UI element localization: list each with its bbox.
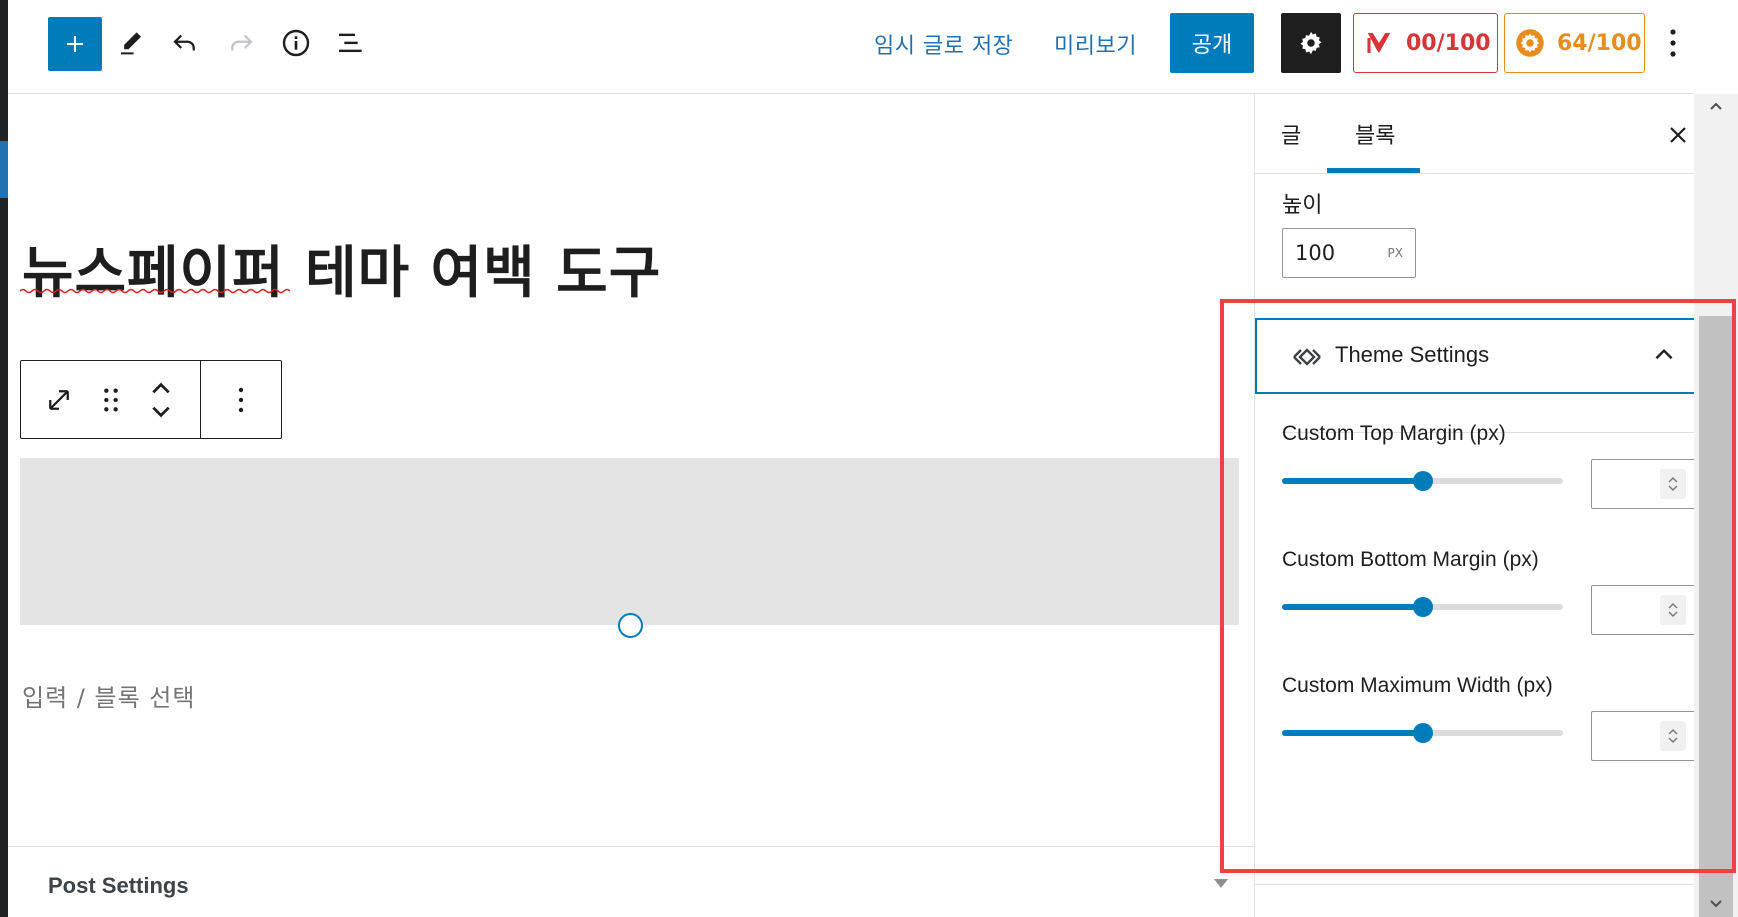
list-view-button[interactable] <box>330 22 372 64</box>
block-options-icon <box>238 387 244 413</box>
chevron-down-icon <box>1668 737 1678 743</box>
admin-menu-toggle[interactable] <box>0 141 8 198</box>
resize-button[interactable] <box>39 379 79 421</box>
chevron-down-icon <box>1668 485 1678 491</box>
block-options-button[interactable] <box>221 379 261 421</box>
chevron-up-icon <box>1668 729 1678 735</box>
custom-bottom-margin-input[interactable] <box>1591 585 1695 635</box>
admin-edge <box>0 0 8 917</box>
move-up-down-icon <box>152 382 170 418</box>
scroll-up-button[interactable] <box>1702 96 1730 116</box>
chevron-up-icon <box>1655 348 1673 360</box>
sidebar-scrollbar[interactable] <box>1694 94 1738 917</box>
post-settings-label: Post Settings <box>48 873 189 898</box>
slider-thumb[interactable] <box>1413 471 1433 491</box>
theme-settings-panel-toggle[interactable]: Theme Settings <box>1255 318 1695 394</box>
settings-sidebar: 글 블록 높이 100 PX Theme Settings Custom Top… <box>1254 94 1695 917</box>
height-label: 높이 <box>1282 193 1323 218</box>
theme-settings-icon <box>1293 348 1321 366</box>
yoast-logo-icon <box>1364 28 1394 58</box>
chevron-up-icon <box>1668 477 1678 483</box>
options-button[interactable] <box>1658 22 1688 64</box>
rank-math-logo-icon <box>1515 28 1545 58</box>
height-value: 100 <box>1295 241 1336 265</box>
block-toolbar <box>20 360 282 439</box>
gear-icon <box>1300 31 1322 55</box>
drag-handle-icon <box>104 388 118 412</box>
save-draft-button[interactable]: 임시 글로 저장 <box>874 28 1013 60</box>
custom-bottom-margin-label: Custom Bottom Margin (px) <box>1282 548 1539 571</box>
chevron-down-icon <box>1668 611 1678 617</box>
redo-icon <box>231 34 253 51</box>
custom-top-margin-slider[interactable] <box>1282 471 1563 491</box>
chevron-up-icon <box>1710 102 1722 110</box>
spacer-resize-handle[interactable] <box>618 613 643 638</box>
number-spinner[interactable] <box>1660 595 1686 625</box>
number-spinner[interactable] <box>1660 469 1686 499</box>
tools-button[interactable] <box>110 22 152 64</box>
slider-thumb[interactable] <box>1413 597 1433 617</box>
settings-button[interactable] <box>1281 13 1341 73</box>
vertical-ellipsis-icon <box>1670 29 1676 57</box>
custom-maximum-width-slider[interactable] <box>1282 723 1563 743</box>
custom-maximum-width-label: Custom Maximum Width (px) <box>1282 674 1553 697</box>
panel-divider <box>1255 884 1695 885</box>
slider-fill <box>1282 478 1423 484</box>
sidebar-tabs: 글 블록 <box>1255 94 1695 174</box>
post-title[interactable]: 뉴스페이퍼 테마 여백 도구 <box>22 228 661 309</box>
tab-post[interactable]: 글 <box>1281 118 1301 150</box>
number-spinner[interactable] <box>1660 721 1686 751</box>
preview-button[interactable]: 미리보기 <box>1054 28 1137 60</box>
resize-icon <box>49 390 69 410</box>
editor-header: 임시 글로 저장 미리보기 공개 00/100 64/100 <box>8 0 1694 94</box>
rank-math-score-button[interactable]: 64/100 <box>1504 13 1645 73</box>
info-icon <box>282 29 310 57</box>
height-input[interactable]: 100 PX <box>1282 228 1416 278</box>
active-tab-indicator <box>1327 168 1420 173</box>
slider-fill <box>1282 730 1423 736</box>
slider-fill <box>1282 604 1423 610</box>
pencil-icon <box>121 32 141 55</box>
undo-icon <box>173 34 195 51</box>
custom-bottom-margin-slider[interactable] <box>1282 597 1563 617</box>
post-settings-metabox[interactable]: Post Settings <box>8 846 1254 917</box>
caret-down-icon[interactable] <box>1214 879 1228 888</box>
plus-icon <box>67 36 83 52</box>
theme-settings-title: Theme Settings <box>1335 342 1490 367</box>
close-sidebar-button[interactable] <box>1663 120 1693 150</box>
height-unit[interactable]: PX <box>1388 246 1403 260</box>
yoast-score: 00/100 <box>1406 30 1491 56</box>
redo-button[interactable] <box>220 22 262 64</box>
custom-maximum-width-input[interactable] <box>1591 711 1695 761</box>
add-block-button[interactable] <box>48 17 102 71</box>
spellcheck-underline <box>20 288 290 294</box>
chevron-down-icon <box>1710 900 1722 908</box>
list-view-icon <box>339 33 362 53</box>
details-button[interactable] <box>275 22 317 64</box>
block-appender-placeholder[interactable]: 입력 / 블록 선택 <box>22 678 195 713</box>
slider-thumb[interactable] <box>1413 723 1433 743</box>
custom-top-margin-input[interactable] <box>1591 459 1695 509</box>
scrollbar-thumb[interactable] <box>1699 316 1733 917</box>
undo-button[interactable] <box>164 22 206 64</box>
close-icon <box>1670 127 1686 143</box>
drag-handle[interactable] <box>91 379 131 421</box>
spacer-block[interactable] <box>20 458 1239 625</box>
chevron-up-icon <box>1668 603 1678 609</box>
publish-button[interactable]: 공개 <box>1170 13 1254 73</box>
toolbar-separator <box>200 361 201 438</box>
tab-block[interactable]: 블록 <box>1355 118 1395 150</box>
yoast-seo-score-button[interactable]: 00/100 <box>1353 13 1498 73</box>
custom-top-margin-label: Custom Top Margin (px) <box>1282 422 1506 445</box>
move-up-down-button[interactable] <box>141 379 181 421</box>
scroll-down-button[interactable] <box>1702 894 1730 914</box>
rank-math-score: 64/100 <box>1557 30 1642 56</box>
